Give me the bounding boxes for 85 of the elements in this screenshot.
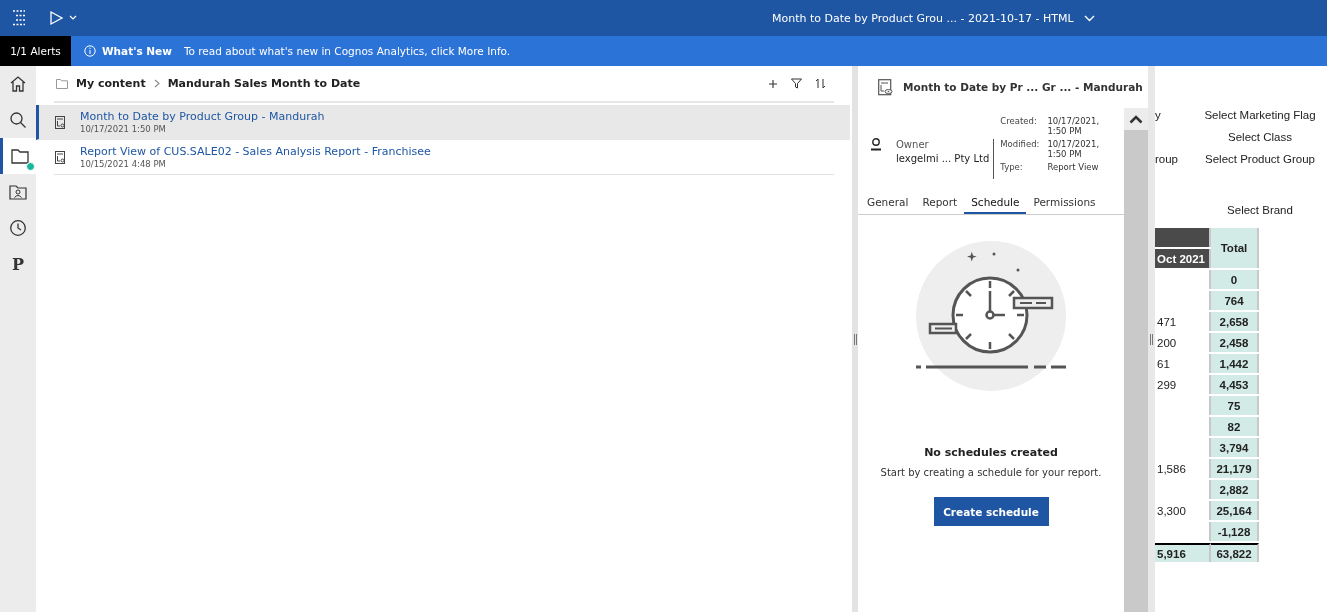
- info-icon: [84, 45, 96, 57]
- breadcrumb-item[interactable]: My content: [76, 77, 146, 90]
- filter-icon[interactable]: [791, 78, 802, 89]
- report-view-icon: [878, 78, 893, 96]
- rail-item[interactable]: P: [0, 246, 36, 282]
- filter-prompt[interactable]: Select Class: [1195, 131, 1325, 143]
- table-cell: 75: [1211, 396, 1259, 415]
- chevron-right-icon: [153, 79, 160, 88]
- meta-value: Report View: [1047, 162, 1100, 172]
- report-view-icon: [55, 115, 66, 129]
- filter-prompt[interactable]: Select Marketing Flag: [1195, 109, 1325, 121]
- meta-value: 10/17/2021, 1:50 PM: [1047, 139, 1101, 159]
- table-cell: 471: [1155, 312, 1211, 331]
- report-link[interactable]: Month to Date by Product Group - Mandurah: [80, 110, 325, 123]
- table-cell: 3,300: [1155, 501, 1211, 520]
- alert-message: To read about what's new in Cognos Analytics, click More Info.: [183, 45, 511, 57]
- home-icon: [9, 75, 27, 93]
- owner-name: lexgelmi ... Pty Ltd: [896, 153, 990, 164]
- meta-value: 10/17/2021, 1:50 PM: [1047, 116, 1101, 136]
- report-link[interactable]: Report View of CUS.SALE02 - Sales Analysis Report - Franchisee: [80, 145, 431, 158]
- table-cell: 200: [1155, 333, 1211, 352]
- report-title: Month to Date by Product Grou ... - 2021-10-17 - HTML: [772, 11, 1074, 25]
- report-view-icon: [55, 150, 66, 164]
- scroll-up-button[interactable]: [1124, 108, 1148, 130]
- tab[interactable]: Report: [915, 190, 965, 214]
- meta-label: Modified:: [1000, 139, 1040, 151]
- splitter-handle[interactable]: [1150, 333, 1153, 345]
- table-cell: -1,128: [1211, 522, 1259, 541]
- search-icon: [9, 111, 27, 129]
- table-cell: 5,916: [1155, 543, 1211, 562]
- team-folder-icon: [9, 184, 27, 200]
- column-header: Oct 2021: [1155, 249, 1211, 268]
- filter-label: roup: [1155, 153, 1179, 165]
- table-cell: 2,882: [1211, 480, 1259, 499]
- table-cell: 3,794: [1211, 438, 1259, 457]
- table-cell: 21,179: [1211, 459, 1259, 478]
- filter-prompt[interactable]: Select Brand: [1195, 204, 1325, 216]
- clock-icon: [9, 219, 27, 237]
- filter-label: y: [1155, 109, 1161, 121]
- table-cell: 1,586: [1155, 459, 1211, 478]
- table-cell: 61: [1155, 354, 1211, 373]
- play-icon[interactable]: [48, 10, 64, 26]
- tab[interactable]: Schedule: [964, 190, 1027, 214]
- column-header: [1155, 228, 1211, 247]
- create-schedule-button[interactable]: Create schedule: [933, 497, 1049, 526]
- menu-icon[interactable]: [10, 9, 28, 27]
- folder-icon: [56, 78, 68, 89]
- table-cell: 2,458: [1211, 333, 1259, 352]
- table-cell: 25,164: [1211, 501, 1259, 520]
- rail-item[interactable]: [0, 138, 36, 174]
- alerts-count[interactable]: 1/1 Alerts: [0, 36, 71, 66]
- meta-label: Type:: [1000, 162, 1024, 172]
- rail-glyph: P: [12, 254, 24, 274]
- table-cell: 82: [1211, 417, 1259, 436]
- table-cell: 299: [1155, 375, 1211, 394]
- filter-prompt[interactable]: Select Product Group: [1195, 153, 1325, 165]
- report-list-item[interactable]: Report View of CUS.SALE02 - Sales Analysis Report - Franchisee 10/15/2021 4:48 PM: [54, 140, 834, 175]
- report-date: 10/17/2021 1:50 PM: [80, 124, 167, 134]
- sort-icon[interactable]: [815, 78, 826, 89]
- splitter-handle[interactable]: [853, 333, 857, 345]
- table-cell: 0: [1211, 270, 1259, 289]
- user-icon: [870, 138, 882, 151]
- empty-state-text: Start by creating a schedule for your report.: [880, 467, 1102, 478]
- table-cell: 2,658: [1211, 312, 1259, 331]
- table-cell: 4,453: [1211, 375, 1259, 394]
- report-date: 10/15/2021 4:48 PM: [80, 159, 167, 169]
- table-cell: 1,442: [1211, 354, 1259, 373]
- caret-up-icon: [1129, 114, 1143, 124]
- tab[interactable]: General: [860, 190, 916, 214]
- plus-icon[interactable]: [768, 78, 778, 89]
- table-cell: 63,822: [1211, 543, 1259, 562]
- table-cell: 764: [1211, 291, 1259, 310]
- owner-label: Owner: [896, 139, 930, 150]
- folder-icon: [10, 148, 29, 164]
- tab[interactable]: Permissions: [1026, 190, 1103, 214]
- chevron-down-icon[interactable]: [1083, 14, 1095, 22]
- details-title: Month to Date by Pr ... Gr ... - Mandurah: [903, 81, 1143, 93]
- scrollbar[interactable]: [1124, 108, 1148, 612]
- total-header: Total: [1211, 228, 1259, 268]
- breadcrumb-item: Mandurah Sales Month to Date: [167, 77, 361, 90]
- empty-state-title: No schedules created: [924, 446, 1058, 459]
- meta-label: Created:: [1000, 116, 1038, 128]
- alert-heading: What's New: [102, 45, 172, 57]
- chevron-down-icon[interactable]: [69, 15, 77, 21]
- report-list-item[interactable]: Month to Date by Product Group - Mandurah 10/17/2021 1:50 PM: [36, 105, 850, 140]
